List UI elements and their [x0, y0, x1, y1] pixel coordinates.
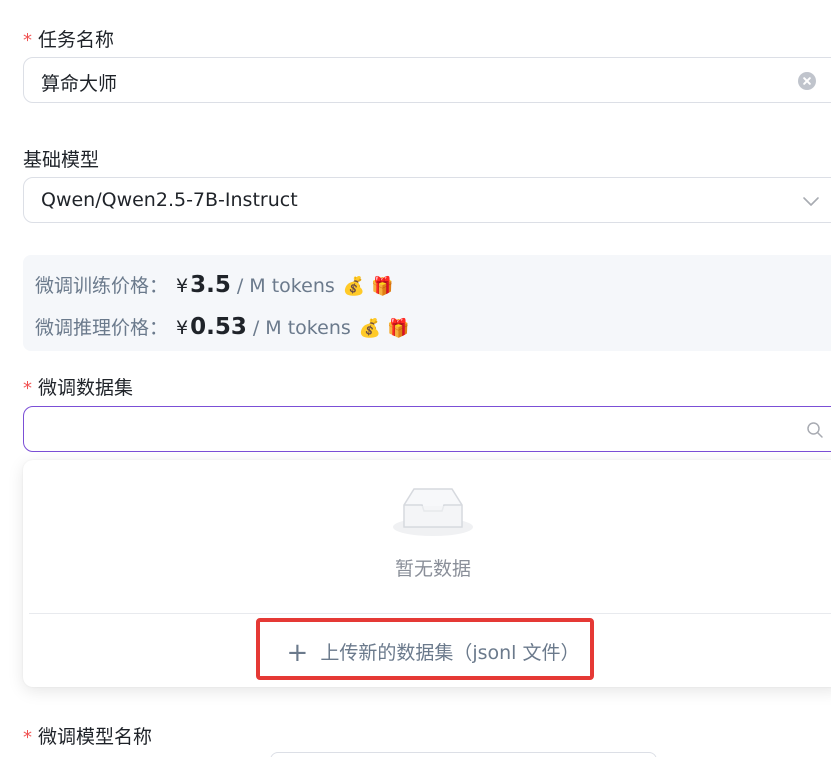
training-price-unit: / M tokens [236, 275, 335, 297]
divider [29, 613, 831, 614]
finetune-model-name-label-text: 微调模型名称 [38, 726, 153, 748]
task-name-input[interactable]: 算命大师 [23, 57, 831, 103]
form-page: * 任务名称 算命大师 基础模型 Qwen/Qwen2.5-7B-Instruct… [0, 0, 831, 757]
empty-state-text: 暂无数据 [394, 558, 471, 580]
clear-icon[interactable] [798, 72, 816, 90]
base-model-select[interactable]: Qwen/Qwen2.5-7B-Instruct [23, 177, 831, 223]
finetune-model-name-label: * 微调模型名称 [23, 725, 152, 750]
required-mark: * [23, 378, 32, 399]
inference-price-label: 微调推理价格： [35, 317, 169, 339]
gift-icon: 🎁 [387, 318, 410, 339]
task-name-value: 算命大师 [41, 73, 118, 95]
required-mark: * [23, 30, 32, 51]
task-name-label: * 任务名称 [23, 28, 114, 53]
gift-icon: 🎁 [371, 276, 394, 297]
required-mark: * [23, 727, 32, 748]
training-price-row: 微调训练价格： ¥ 3.5 / M tokens 💰 🎁 [35, 271, 394, 298]
dataset-label-text: 微调数据集 [38, 377, 134, 399]
chevron-down-icon[interactable] [801, 191, 821, 211]
training-price-amount: 3.5 [190, 272, 231, 298]
inference-price-amount: 0.53 [190, 314, 247, 340]
currency-symbol: ¥ [176, 275, 189, 297]
dataset-select-input[interactable] [23, 406, 831, 452]
task-name-label-text: 任务名称 [38, 29, 115, 51]
inference-price-row: 微调推理价格： ¥ 0.53 / M tokens 💰 🎁 [35, 313, 410, 340]
base-model-value: Qwen/Qwen2.5-7B-Instruct [41, 189, 298, 211]
search-icon [807, 422, 823, 438]
training-price-label: 微调训练价格： [35, 275, 169, 297]
pricing-panel: 微调训练价格： ¥ 3.5 / M tokens 💰 🎁 微调推理价格： ¥ 0… [23, 255, 831, 351]
dataset-label: * 微调数据集 [23, 376, 133, 401]
base-model-label: 基础模型 [23, 149, 100, 171]
highlight-annotation [256, 618, 594, 680]
inference-price-unit: / M tokens [252, 317, 351, 339]
money-bag-icon: 💰 [358, 318, 382, 339]
currency-symbol: ¥ [176, 317, 189, 339]
empty-inbox-icon [393, 488, 473, 536]
money-bag-icon: 💰 [342, 276, 366, 297]
finetune-model-name-input[interactable] [270, 752, 657, 757]
